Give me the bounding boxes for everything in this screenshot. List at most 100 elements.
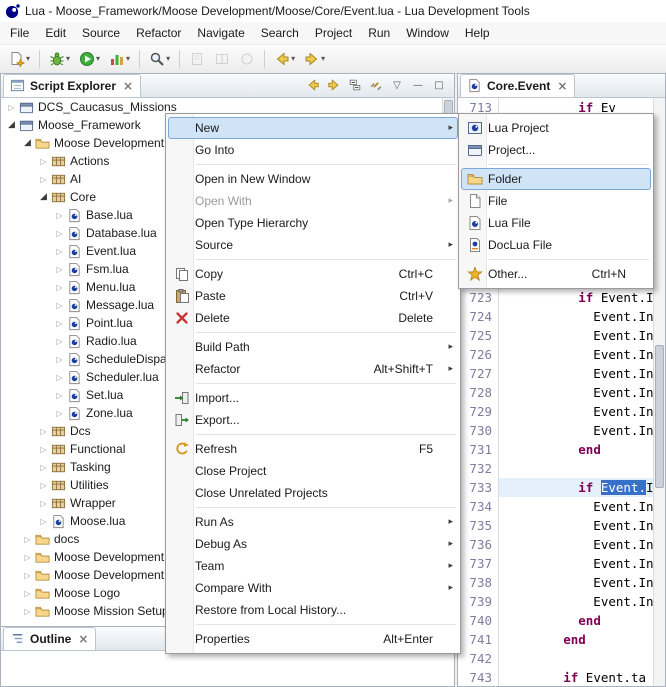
menu-file[interactable]: File [2,23,37,43]
code-line[interactable]: 728 Event.IniUnit = UNIT:FindByName( Eve… [458,383,654,402]
new-submenu-item-doclua-file[interactable]: DocLua File [461,234,651,256]
code-line[interactable]: 723 if Event.IniDCSUnit then [458,288,654,307]
maximize-icon[interactable]: □ [430,76,448,94]
context-menu-item-compare-with[interactable]: Compare With▸ [168,577,458,599]
close-icon[interactable]: × [78,632,88,646]
expand-arrow-icon[interactable]: ▷ [37,463,50,472]
context-menu-item-close-unrelated-projects[interactable]: Close Unrelated Projects [168,482,458,504]
expand-arrow-icon[interactable]: ▷ [37,157,50,166]
collapse-arrow-icon[interactable]: ◢ [5,120,18,130]
new-submenu-item-file[interactable]: File [461,190,651,212]
expand-arrow-icon[interactable]: ▷ [37,517,50,526]
close-icon[interactable]: × [123,79,133,93]
menu-run[interactable]: Run [360,23,398,43]
code-line[interactable]: 742 [458,649,654,668]
code-line[interactable]: 735 Event.IniDCSGroup = Event.IniDCSUnit… [458,516,654,535]
context-menu-item-open-type-hierarchy[interactable]: Open Type Hierarchy [168,212,458,234]
tab-script-explorer[interactable]: Script Explorer × [3,74,141,97]
menu-search[interactable]: Search [253,23,307,43]
code-line[interactable]: 741 end [458,630,654,649]
menu-help[interactable]: Help [457,23,498,43]
code-line[interactable]: 724 Event.IniDCSUnit = Event.initiator [458,307,654,326]
expand-arrow-icon[interactable]: ▷ [21,589,34,598]
expand-arrow-icon[interactable]: ▷ [37,481,50,490]
context-menu-item-delete[interactable]: DeleteDelete [168,307,458,329]
context-menu-item-import[interactable]: Import... [168,387,458,409]
back-icon[interactable] [304,76,322,94]
expand-arrow-icon[interactable]: ▷ [37,445,50,454]
code-line[interactable]: 740 end [458,611,654,630]
dropdown-caret-icon[interactable]: ▾ [96,55,100,63]
context-menu-item-paste[interactable]: PasteCtrl+V [168,285,458,307]
code-line[interactable]: 729 Event.IniDCSGroupName = "" [458,402,654,421]
expand-arrow-icon[interactable]: ▷ [37,175,50,184]
dropdown-caret-icon[interactable]: ▾ [126,55,130,63]
collapse-all-icon[interactable] [346,76,364,94]
code-line[interactable]: 743 if Event.ta [458,668,654,686]
code-line[interactable]: 738 Event.IniUnit = UNIT:FindByName( Eve… [458,573,654,592]
context-menu-item-source[interactable]: Source▸ [168,234,458,256]
close-icon[interactable]: × [557,79,567,93]
new-wizard-button[interactable]: ▾ [5,47,34,71]
tab-outline[interactable]: Outline × [3,627,96,650]
menu-refactor[interactable]: Refactor [128,23,189,43]
expand-arrow-icon[interactable]: ▷ [37,427,50,436]
code-line[interactable]: 726 Event.IniDCSUnitName = Event.IniDCSU… [458,345,654,364]
expand-arrow-icon[interactable]: ▷ [21,607,34,616]
menu-project[interactable]: Project [307,23,360,43]
view-menu-icon[interactable]: ▽ [388,76,406,94]
context-menu-item-debug-as[interactable]: Debug As▸ [168,533,458,555]
context-menu-item-close-project[interactable]: Close Project [168,460,458,482]
expand-arrow-icon[interactable]: ▷ [5,103,18,112]
new-submenu-item-other[interactable]: Other...Ctrl+N [461,263,651,285]
context-menu-item-run-as[interactable]: Run As▸ [168,511,458,533]
context-menu-item-go-into[interactable]: Go Into [168,139,458,161]
debug-button[interactable]: ▾ [45,47,74,71]
code-line[interactable]: 734 Event.IniDCSUnit = Event.initiator [458,497,654,516]
expand-arrow-icon[interactable]: ▷ [21,553,34,562]
tab-core-event[interactable]: Core.Event × [460,74,575,97]
expand-arrow-icon[interactable]: ▷ [53,337,66,346]
menu-source[interactable]: Source [74,23,128,43]
search-button[interactable]: ▾ [145,47,174,71]
menu-navigate[interactable]: Navigate [189,23,252,43]
expand-arrow-icon[interactable]: ▷ [53,229,66,238]
expand-arrow-icon[interactable]: ▷ [53,391,66,400]
back-button[interactable]: ▾ [270,47,299,71]
expand-arrow-icon[interactable]: ▷ [53,319,66,328]
dropdown-caret-icon[interactable]: ▾ [26,55,30,63]
link-with-editor-icon[interactable] [367,76,385,94]
dropdown-caret-icon[interactable]: ▾ [321,55,325,63]
new-submenu-item-lua-file[interactable]: Lua File [461,212,651,234]
code-line[interactable]: 737 Event.IniUnitName = Event.IniDCSUnit… [458,554,654,573]
context-menu-item-team[interactable]: Team▸ [168,555,458,577]
forward-button[interactable]: ▾ [300,47,329,71]
new-submenu-item-lua-project[interactable]: Lua Project [461,117,651,139]
expand-arrow-icon[interactable]: ▷ [53,355,66,364]
coverage-button[interactable]: ▾ [105,47,134,71]
context-menu-item-restore-from-local-history[interactable]: Restore from Local History... [168,599,458,621]
context-menu-item-export[interactable]: Export... [168,409,458,431]
code-line[interactable]: 725 Event.IniDCSGroup = Event.IniDCSUnit… [458,326,654,345]
minimize-icon[interactable]: — [409,76,427,94]
context-menu-item-build-path[interactable]: Build Path▸ [168,336,458,358]
editor-scrollbar-thumb[interactable] [655,345,664,488]
new-submenu-item-folder[interactable]: Folder [461,168,651,190]
context-menu-item-refresh[interactable]: RefreshF5 [168,438,458,460]
context-menu-item-copy[interactable]: CopyCtrl+C [168,263,458,285]
expand-arrow-icon[interactable]: ▷ [21,535,34,544]
context-menu-item-open-in-new-window[interactable]: Open in New Window [168,168,458,190]
expand-arrow-icon[interactable]: ▷ [53,247,66,256]
expand-arrow-icon[interactable]: ▷ [53,373,66,382]
context-menu-item-refactor[interactable]: RefactorAlt+Shift+T▸ [168,358,458,380]
new-submenu-item-project[interactable]: Project... [461,139,651,161]
menu-window[interactable]: Window [398,23,457,43]
run-button[interactable]: ▾ [75,47,104,71]
code-line[interactable]: 731 end [458,440,654,459]
dropdown-caret-icon[interactable]: ▾ [166,55,170,63]
context-menu-item-new[interactable]: New▸ [168,117,458,139]
expand-arrow-icon[interactable]: ▷ [37,499,50,508]
expand-arrow-icon[interactable]: ▷ [53,409,66,418]
dropdown-caret-icon[interactable]: ▾ [291,55,295,63]
code-line[interactable]: 730 Event.IniDCSGroupName = Event.IniDCS… [458,421,654,440]
